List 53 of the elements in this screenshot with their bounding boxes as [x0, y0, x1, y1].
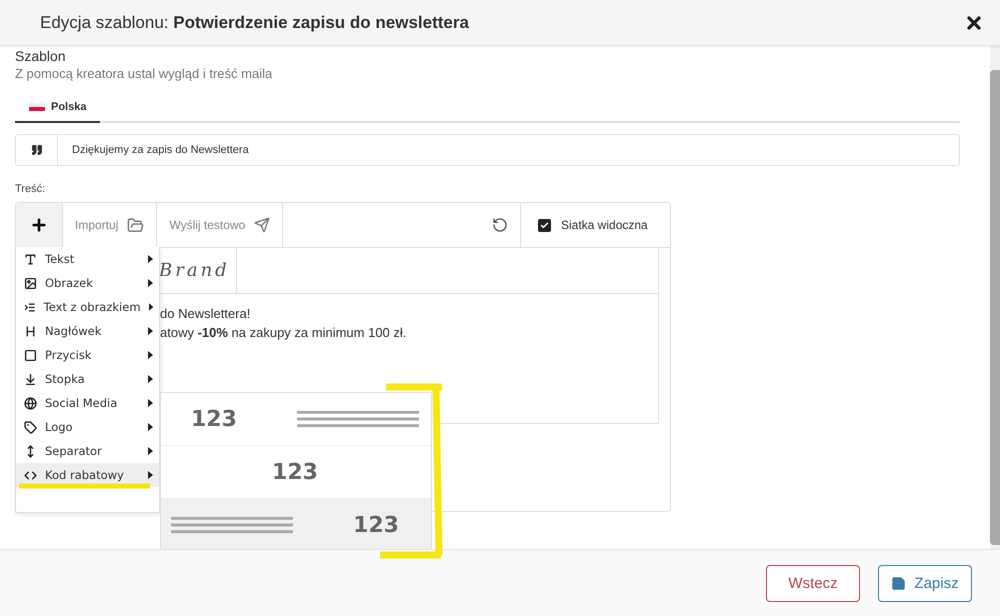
caret-icon	[148, 447, 153, 455]
grid-checkbox[interactable]: Siatka widoczna	[520, 203, 670, 247]
paper-plane-icon	[254, 217, 270, 233]
caret-icon	[148, 327, 153, 335]
folder-icon	[127, 216, 144, 234]
menu-item[interactable]: Nagłówek	[16, 319, 159, 343]
language-tab[interactable]: Polska	[15, 95, 100, 123]
layout-option[interactable]: 123	[161, 499, 431, 549]
content-label: Treść:	[15, 183, 46, 195]
section-subtitle: Z pomocą kreatora ustal wygląd i treść maila	[15, 66, 274, 81]
code-sample: 123	[271, 460, 319, 484]
undo-icon	[492, 217, 508, 233]
arrow-down-icon	[24, 372, 37, 386]
image-icon	[24, 276, 37, 290]
menu-item[interactable]: Tekst	[16, 247, 159, 271]
plus-icon	[30, 216, 48, 234]
tag-icon	[24, 420, 37, 434]
square-icon	[24, 348, 37, 362]
caret-icon	[148, 351, 153, 359]
back-button[interactable]: Wstecz	[766, 564, 860, 602]
caret-icon	[148, 471, 153, 479]
letter-icon	[24, 252, 37, 266]
caret-icon	[148, 279, 153, 287]
code-icon	[24, 468, 37, 482]
email-text: do Newslettera!	[160, 305, 252, 323]
heading-icon	[24, 324, 37, 338]
menu-item[interactable]: Stopka	[16, 367, 159, 391]
save-button[interactable]: Zapisz	[878, 564, 972, 602]
grid-label: Siatka widoczna	[561, 218, 648, 232]
caret-icon	[148, 255, 153, 263]
brand-logo: Brand	[159, 260, 230, 281]
section-heading: Szablon	[15, 49, 67, 64]
menu-item[interactable]: Obrazek	[16, 271, 159, 295]
caret-icon	[148, 375, 153, 383]
globe-icon	[24, 396, 37, 410]
add-block-button[interactable]	[16, 203, 63, 247]
subject-field[interactable]: Dziękujemy za zapis do Newslettera	[15, 134, 960, 166]
caret-icon	[148, 399, 153, 407]
menu-item[interactable]: Separator	[16, 439, 159, 463]
menu-item[interactable]: Przycisk	[16, 343, 159, 367]
menu-item[interactable]: Logo	[16, 415, 159, 439]
menu-item[interactable]: Text z obrazkiem	[16, 295, 159, 319]
quote-icon	[30, 144, 42, 156]
indent-icon	[24, 300, 36, 314]
caret-icon	[148, 303, 153, 311]
scrollbar-thumb[interactable]	[990, 70, 1000, 545]
code-sample: 123	[352, 512, 400, 538]
flag-icon	[29, 103, 45, 111]
email-text: atowy -10% na zakupy za minimum 100 zł.	[160, 324, 408, 342]
code-sample: 123	[190, 406, 238, 432]
menu-item[interactable]: Social Media	[16, 391, 159, 415]
caret-icon	[148, 423, 153, 431]
dialog-title: Edycja szablonu: Potwierdzenie zapisu do newslettera	[40, 12, 469, 32]
